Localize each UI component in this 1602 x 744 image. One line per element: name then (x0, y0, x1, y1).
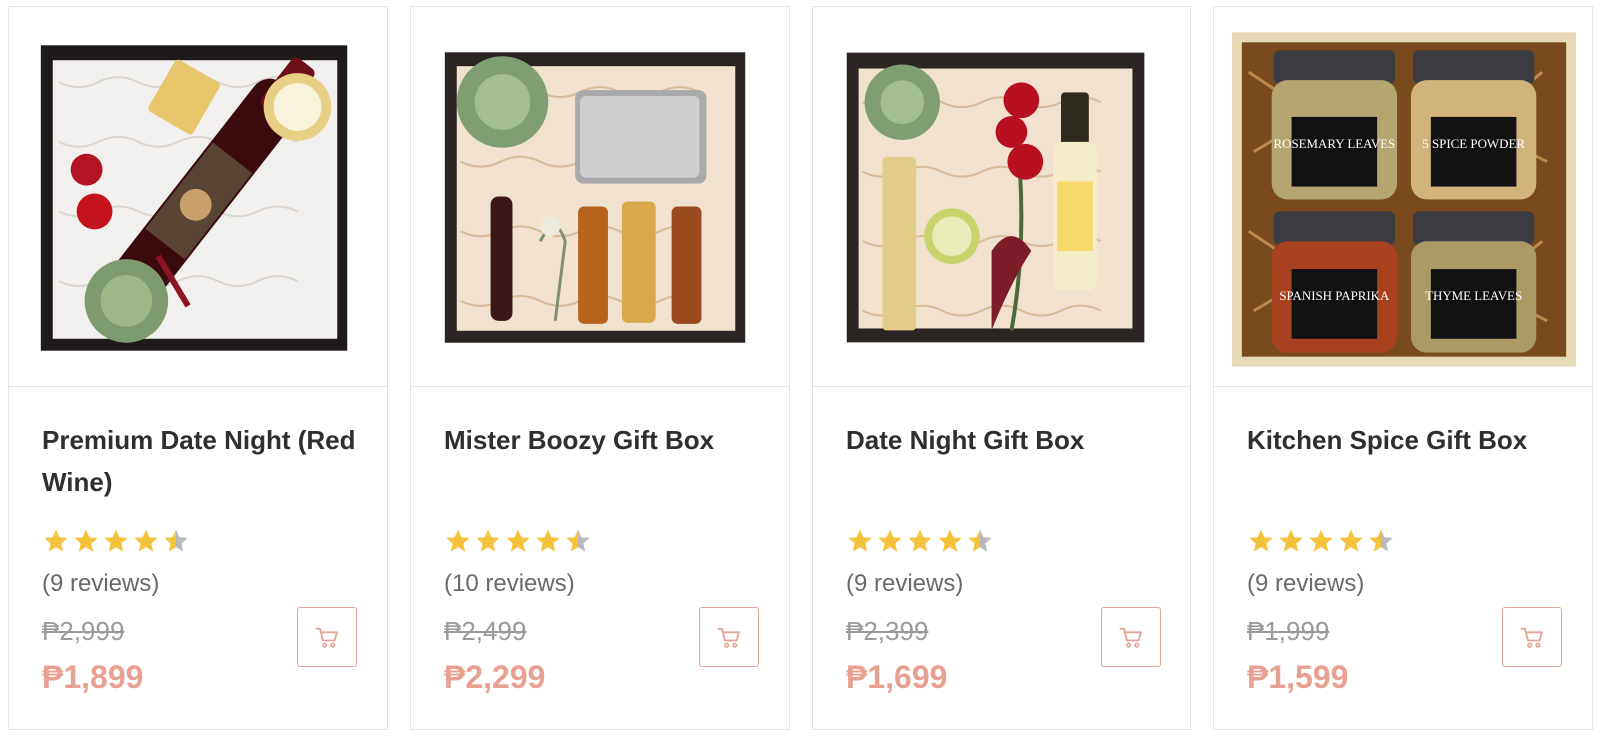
product-image: ROSEMARY LEAVES 5 SPICE POWDER SPANISH P… (1231, 32, 1577, 367)
product-title[interactable]: Mister Boozy Gift Box (444, 419, 764, 461)
star-filled-icon (1279, 529, 1303, 552)
rating-stars (444, 527, 592, 557)
rating-stars (1247, 527, 1395, 557)
product-card[interactable]: Date Night Gift Box (9 reviews) ₱2,399 ₱… (812, 6, 1191, 730)
star-half-icon (1369, 529, 1393, 552)
sale-price: ₱1,699 (846, 659, 948, 695)
star-filled-icon (848, 529, 872, 552)
star-filled-icon (938, 529, 962, 552)
original-price: ₱1,999 (1247, 616, 1330, 646)
jar-label: ROSEMARY LEAVES (1274, 136, 1396, 151)
review-count[interactable]: (9 reviews) (42, 570, 159, 598)
star-filled-icon (506, 529, 530, 552)
sale-price: ₱1,899 (42, 659, 144, 695)
shopping-cart-icon (717, 627, 740, 648)
jar-label: SPANISH PAPRIKA (1279, 288, 1390, 303)
product-card[interactable]: Mister Boozy Gift Box (10 reviews) ₱2,49… (410, 6, 790, 730)
product-title[interactable]: Premium Date Night (Red Wine) (42, 419, 362, 503)
star-filled-icon (74, 529, 98, 552)
product-image (846, 52, 1145, 343)
jar-label: 5 SPICE POWDER (1422, 136, 1525, 151)
review-count[interactable]: (10 reviews) (444, 570, 575, 598)
review-count[interactable]: (9 reviews) (846, 570, 963, 598)
original-price: ₱2,499 (444, 616, 527, 646)
add-to-cart-button[interactable] (699, 607, 759, 667)
product-title[interactable]: Date Night Gift Box (846, 419, 1166, 461)
product-image (40, 45, 348, 351)
add-to-cart-button[interactable] (1101, 607, 1161, 667)
star-filled-icon (1309, 529, 1333, 552)
star-half-icon (164, 529, 188, 552)
original-price: ₱2,399 (846, 616, 929, 646)
star-filled-icon (1249, 529, 1273, 552)
star-filled-icon (536, 529, 560, 552)
star-filled-icon (44, 529, 68, 552)
original-price: ₱2,999 (42, 616, 125, 646)
product-card[interactable]: ROSEMARY LEAVES 5 SPICE POWDER SPANISH P… (1213, 6, 1593, 730)
star-filled-icon (446, 529, 470, 552)
shopping-cart-icon (315, 627, 338, 648)
star-filled-icon (908, 529, 932, 552)
rating-stars (846, 527, 994, 557)
red-wine-gift-box-image[interactable] (9, 7, 387, 387)
star-filled-icon (104, 529, 128, 552)
product-card[interactable]: Premium Date Night (Red Wine) (9 reviews… (8, 6, 388, 730)
star-filled-icon (1339, 529, 1363, 552)
white-wine-gift-box-image[interactable] (813, 7, 1190, 387)
rating-stars (42, 527, 190, 557)
product-title[interactable]: Kitchen Spice Gift Box (1247, 419, 1567, 461)
star-half-icon (566, 529, 590, 552)
star-filled-icon (878, 529, 902, 552)
add-to-cart-button[interactable] (1502, 607, 1562, 667)
product-image (444, 52, 746, 343)
product-grid: Premium Date Night (Red Wine) (9 reviews… (0, 0, 1602, 744)
spice-jars-gift-box-image[interactable]: ROSEMARY LEAVES 5 SPICE POWDER SPANISH P… (1214, 7, 1592, 387)
review-count[interactable]: (9 reviews) (1247, 570, 1364, 598)
star-filled-icon (134, 529, 158, 552)
shopping-cart-icon (1119, 627, 1142, 648)
star-filled-icon (476, 529, 500, 552)
jar-label: THYME LEAVES (1425, 288, 1522, 303)
shopping-cart-icon (1520, 627, 1543, 648)
liquor-flask-gift-box-image[interactable] (411, 7, 789, 387)
star-half-icon (968, 529, 992, 552)
sale-price: ₱1,599 (1247, 659, 1349, 695)
sale-price: ₱2,299 (444, 659, 546, 695)
add-to-cart-button[interactable] (297, 607, 357, 667)
